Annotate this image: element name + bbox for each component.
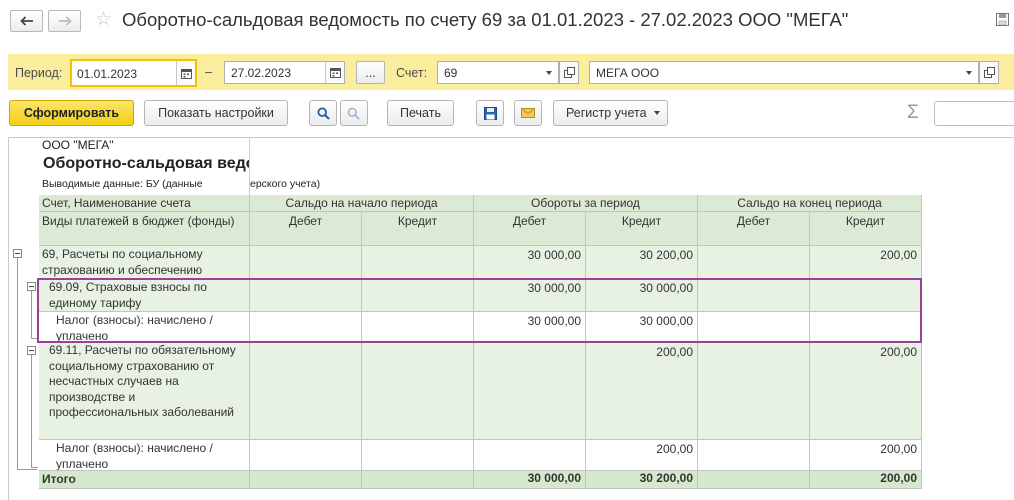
cell-turn-debit: 30 000,00 [474,246,586,279]
chevron-down-icon [653,111,660,115]
cell-close-debit [698,246,810,279]
date-to-field[interactable]: 27.02.2023 [224,61,345,84]
cell-turn-debit [474,440,586,471]
header-open-credit: Кредит [362,212,474,246]
table-row-account-69[interactable]: 69, Расчеты по социальному страхованию и… [39,246,250,279]
header-closing-balance: Сальдо на конец периода [698,195,922,212]
search-button[interactable] [309,100,337,126]
header-close-credit: Кредит [810,212,922,246]
generate-button[interactable]: Сформировать [9,100,134,126]
table-row-total[interactable]: Итого [39,471,250,489]
cell-open-debit [250,343,362,440]
cell-close-credit: 200,00 [810,343,922,440]
total-close-credit: 200,00 [810,471,922,489]
chevron-down-icon [545,70,552,75]
save-report-button[interactable] [476,100,504,126]
search-cancel-icon [347,107,360,120]
clear-search-button[interactable] [340,100,368,126]
cell-open-credit [362,343,474,440]
calendar-icon [180,68,192,79]
account-field[interactable]: 69 [437,61,559,84]
cell-close-debit [698,440,810,471]
chevron-down-icon [965,70,972,75]
save-icon[interactable] [996,13,1009,29]
tree-line-6909 [31,291,32,338]
cell-turn-credit: 200,00 [586,343,698,440]
cell-turn-debit [474,343,586,440]
total-open-debit [250,471,362,489]
organization-dropdown-button[interactable] [959,62,978,83]
floppy-disk-icon [483,106,497,120]
calendar-from-button[interactable] [176,61,195,85]
header-open-debit: Дебет [250,212,362,246]
print-button[interactable]: Печать [387,100,454,126]
cell-open-credit [362,246,474,279]
report-title: Оборотно-сальдовая ведомость по счету 69 [43,155,249,172]
cell-open-debit [250,440,362,471]
highlight-frame [37,278,922,343]
cell-turn-credit: 30 200,00 [586,246,698,279]
back-button[interactable] [10,10,43,32]
calendar-to-button[interactable] [325,62,344,83]
organization-field[interactable]: МЕГА ООО [589,61,979,84]
open-icon [983,67,995,78]
cell-turn-credit: 200,00 [586,440,698,471]
date-dash: – [205,65,212,79]
header-turn-debit: Дебет [474,212,586,246]
account-open-button[interactable] [559,61,579,84]
arrow-left-icon [19,16,33,26]
forward-button[interactable] [48,10,81,32]
total-close-debit [698,471,810,489]
table-row-tax-69-11[interactable]: Налог (взносы): начислено / уплачено [39,440,250,471]
total-turn-credit: 30 200,00 [586,471,698,489]
show-settings-button[interactable]: Показать настройки [144,100,288,126]
account-dropdown-button[interactable] [539,62,558,83]
date-from-field[interactable]: 01.01.2023 [70,59,197,87]
tree-line-6911-end [31,467,38,468]
cell-open-credit [362,440,474,471]
cell-close-credit: 200,00 [810,246,922,279]
arrow-right-icon [58,16,72,26]
header-payment-types: Виды платежей в бюджет (фонды) [39,212,250,246]
header-close-debit: Дебет [698,212,810,246]
total-turn-debit: 30 000,00 [474,471,586,489]
collapse-69-icon[interactable] [13,249,22,258]
envelope-icon [521,108,535,118]
header-account: Счет, Наименование счета [39,195,250,212]
tree-line-level1 [17,258,18,469]
favorite-star-icon[interactable]: ☆ [95,10,112,30]
header-turnover: Обороты за период [474,195,698,212]
period-label: Период: [15,66,63,80]
window-title: Оборотно-сальдовая ведомость по счету 69… [122,9,849,30]
sum-field[interactable] [934,101,1014,126]
collapse-6911-icon[interactable] [27,346,36,355]
report-organization: ООО "МЕГА" [42,138,114,152]
frozen-column-divider [249,138,250,195]
total-open-credit [362,471,474,489]
header-opening-balance: Сальдо на начало периода [250,195,474,212]
account-label: Счет: [396,66,428,80]
report-subtitle-left: Выводимые данные: БУ (данные [42,178,203,190]
account-register-button[interactable]: Регистр учета [553,100,668,126]
tree-line-level1-end [17,469,37,470]
cell-close-debit [698,343,810,440]
collapse-6909-icon[interactable] [27,282,36,291]
cell-close-credit: 200,00 [810,440,922,471]
search-icon [316,106,330,120]
report-subtitle-right: ерского учета) [250,178,321,190]
sum-sigma-icon: Σ [907,102,919,123]
open-icon [563,67,575,78]
cell-open-debit [250,246,362,279]
send-email-button[interactable] [514,100,542,126]
organization-open-button[interactable] [979,61,999,84]
tree-line-6911 [31,355,32,467]
calendar-icon [329,68,341,78]
table-row-account-69-11[interactable]: 69.11, Расчеты по обязательному социальн… [39,343,250,440]
period-select-button[interactable]: ... [356,61,385,84]
header-turn-credit: Кредит [586,212,698,246]
